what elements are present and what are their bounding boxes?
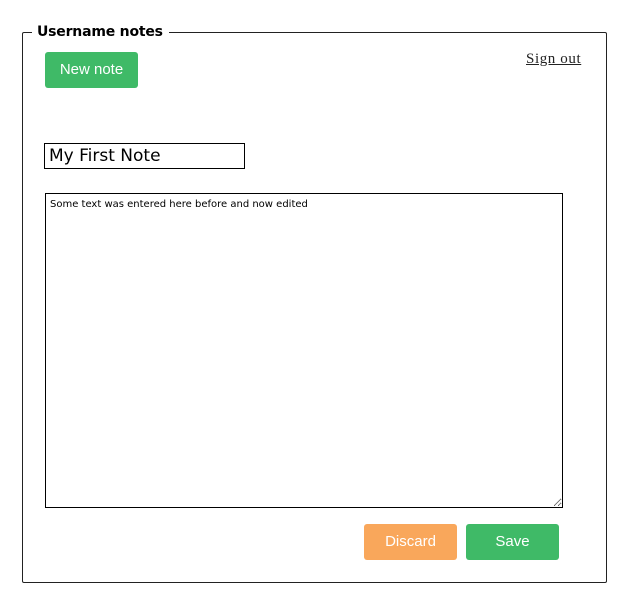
note-title-input[interactable]: [44, 143, 245, 169]
note-body-textarea[interactable]: Some text was entered here before and no…: [45, 193, 563, 508]
save-button[interactable]: Save: [466, 524, 559, 560]
fieldset-legend: Username notes: [32, 22, 169, 42]
discard-button[interactable]: Discard: [364, 524, 457, 560]
new-note-button[interactable]: New note: [45, 52, 138, 88]
sign-out-link[interactable]: Sign out: [526, 49, 581, 69]
